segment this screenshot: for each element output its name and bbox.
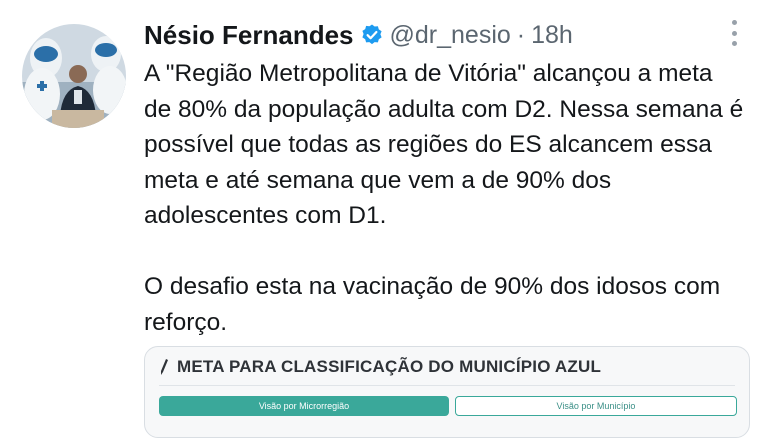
- avatar-photo: [22, 24, 126, 128]
- tweet: Nésio Fernandes @dr_nesio · 18h A "Regiã…: [0, 0, 771, 438]
- pen-icon: [159, 358, 169, 376]
- media-title-text: META PARA CLASSIFICAÇÃO DO MUNICÍPIO AZU…: [177, 357, 602, 376]
- tweet-header: Nésio Fernandes @dr_nesio · 18h: [144, 16, 573, 54]
- microregion-view-button[interactable]: Visão por Microrregião: [159, 396, 449, 416]
- timestamp[interactable]: 18h: [531, 21, 573, 50]
- more-options-icon[interactable]: [724, 18, 744, 48]
- media-divider: [159, 385, 735, 386]
- separator-dot: ·: [516, 20, 526, 49]
- author-handle[interactable]: @dr_nesio: [390, 21, 511, 50]
- verified-badge-icon: [360, 23, 384, 47]
- tweet-text: A "Região Metropolitana de Vitória" alca…: [144, 56, 744, 340]
- author-name[interactable]: Nésio Fernandes: [144, 20, 354, 51]
- tweet-media-card[interactable]: META PARA CLASSIFICAÇÃO DO MUNICÍPIO AZU…: [144, 346, 750, 438]
- media-title: META PARA CLASSIFICAÇÃO DO MUNICÍPIO AZU…: [159, 357, 601, 377]
- avatar[interactable]: [22, 24, 126, 128]
- municipality-view-button[interactable]: Visão por Município: [455, 396, 737, 416]
- tweet-paragraph-1: A "Região Metropolitana de Vitória" alca…: [144, 60, 744, 229]
- tweet-paragraph-2: O desafio esta na vacinação de 90% dos i…: [144, 273, 721, 336]
